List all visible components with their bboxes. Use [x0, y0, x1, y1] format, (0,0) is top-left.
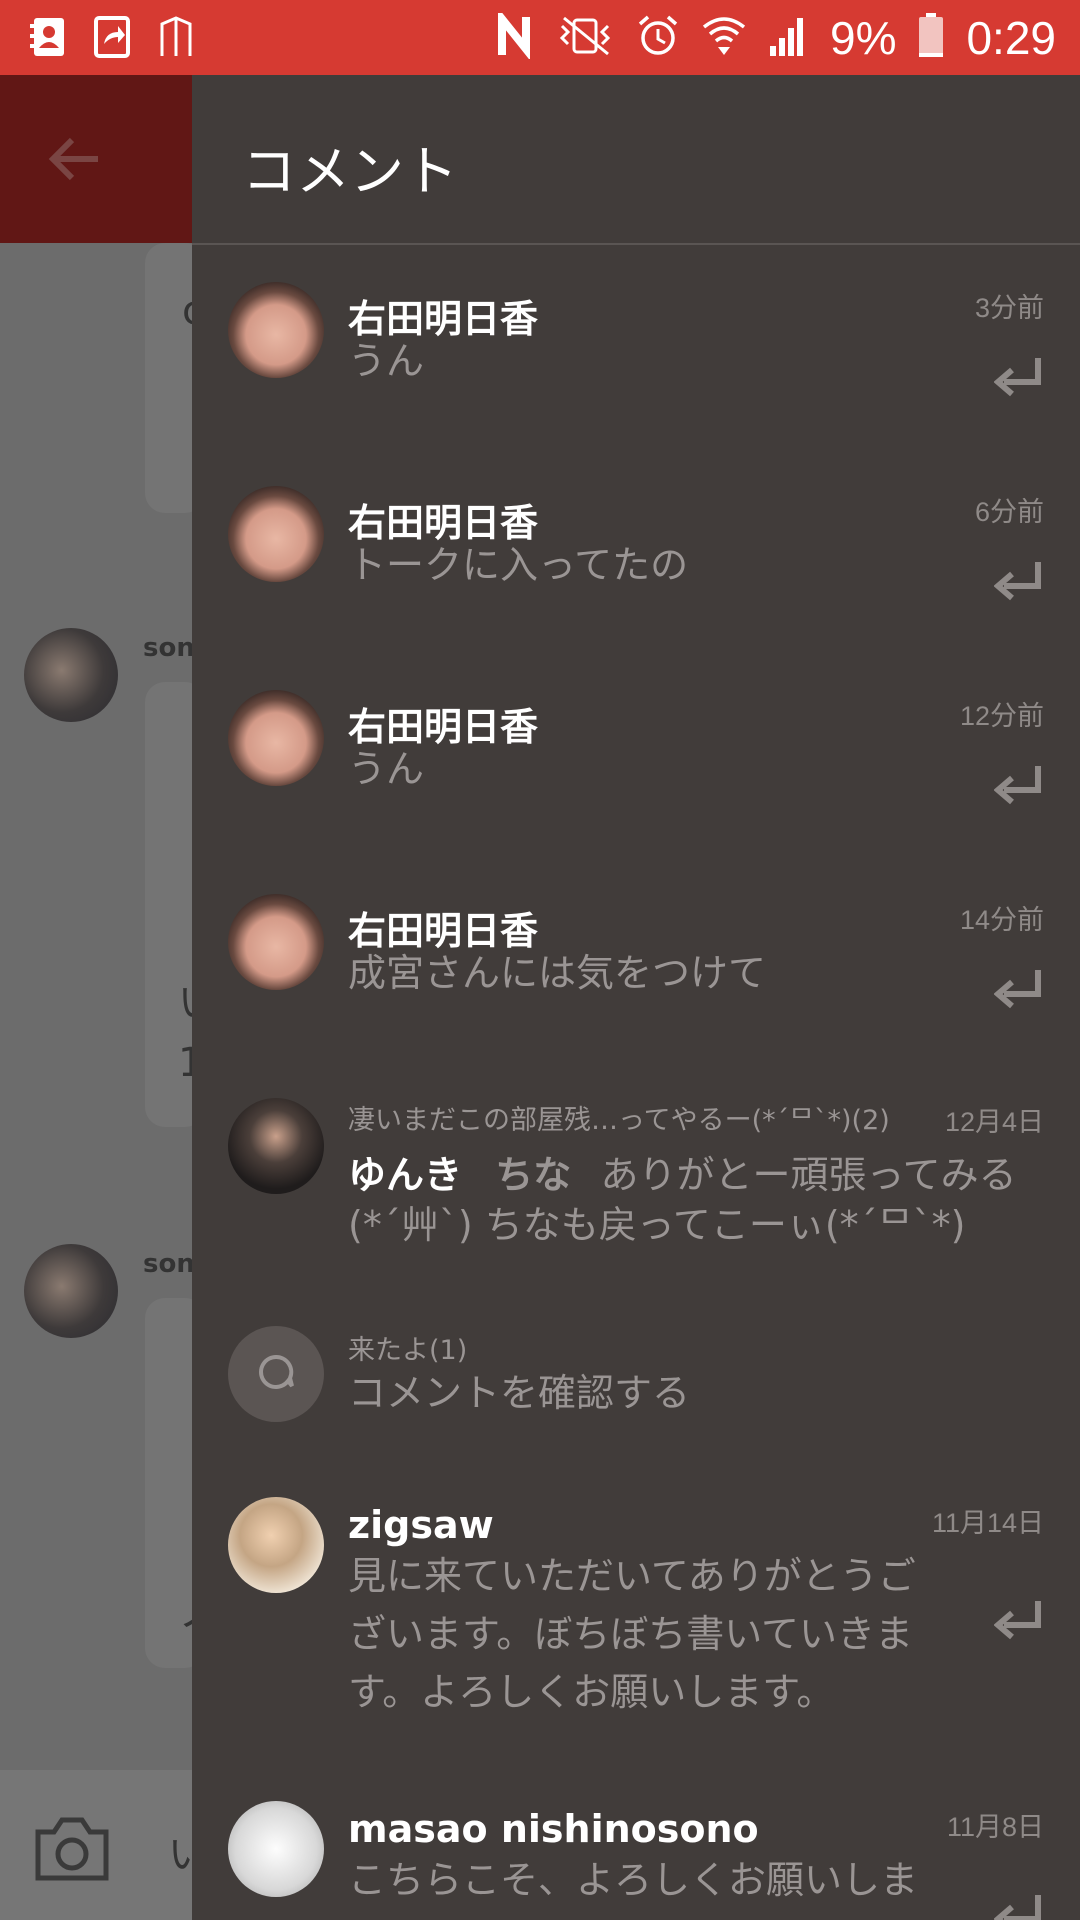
avatar[interactable] [228, 1326, 324, 1422]
comment-text: (*´艸`) ちなも戻ってこーぃ(*´ᄆ`*) [348, 1203, 966, 1247]
comment-time: 11月8日 [946, 1812, 1044, 1842]
contacts-icon [30, 16, 66, 58]
comment-text: トークに入ってたの [348, 543, 689, 587]
signal-icon [768, 14, 808, 62]
comment-time: 11月14日 [931, 1508, 1044, 1538]
reply-icon[interactable] [993, 968, 1044, 1012]
status-bar: 9% 0:29 [0, 0, 1080, 75]
comment-text: うん [348, 747, 425, 791]
reply-icon[interactable] [993, 356, 1044, 400]
mention-name: ちな [495, 1153, 572, 1197]
comment-time: 6分前 [974, 497, 1044, 527]
avatar[interactable] [228, 486, 324, 582]
comment-text-line: 見に来ていただいてありがとうご [348, 1554, 916, 1598]
background-username: son [143, 633, 195, 663]
comment-author: ゆんき ちな ありがとー頑張ってみる [348, 1144, 1017, 1199]
comments-drawer: コメント 右田明日香 うん 3分前 右田明日香 トークに入ってたの 6分前 右田… [192, 75, 1080, 1920]
wifi-icon [702, 13, 746, 63]
background-avatar [24, 628, 118, 722]
drawer-header: コメント [192, 75, 1080, 245]
share-icon [94, 16, 130, 58]
reply-icon[interactable] [993, 560, 1044, 604]
battery-percent: 9% [829, 11, 897, 64]
clock: 0:29 [966, 11, 1056, 64]
avatar[interactable] [228, 894, 324, 990]
reply-icon[interactable] [993, 764, 1044, 808]
comment-author: zigsaw [348, 1503, 494, 1547]
reply-icon[interactable] [993, 1893, 1044, 1920]
comment-time: 3分前 [974, 293, 1044, 323]
comment-item[interactable]: masao nishinosono 11月8日 こちらこそ、よろしくお願いしま [192, 1801, 1080, 1920]
avatar[interactable] [228, 690, 324, 786]
comment-author: masao nishinosono [348, 1807, 759, 1851]
battery-icon [918, 12, 944, 63]
avatar[interactable] [228, 1497, 324, 1593]
avatar[interactable] [228, 1098, 324, 1194]
comment-text-line: ざいます。ぼちぼち書いていきま [348, 1612, 914, 1656]
check-subtitle: 来たよ(1) [348, 1335, 468, 1366]
comment-text-line: す。よろしくお願いします。 [348, 1670, 835, 1714]
comment-time: 12月4日 [944, 1107, 1044, 1137]
background-username: son [143, 1249, 195, 1279]
comment-item[interactable]: 右田明日香 うん 12分前 [192, 690, 1080, 840]
comment-item[interactable]: 右田明日香 成宮さんには気をつけて 14分前 [192, 894, 1080, 1044]
nfc-icon [496, 7, 536, 63]
comment-item[interactable]: 右田明日香 トークに入ってたの 6分前 [192, 486, 1080, 636]
back-arrow-icon[interactable] [46, 130, 104, 188]
comment-text: 成宮さんには気をつけて [348, 951, 767, 995]
comment-item[interactable]: 右田明日香 うん 3分前 [192, 282, 1080, 432]
avatar[interactable] [228, 1801, 324, 1897]
author-name: ゆんき [348, 1153, 463, 1197]
comment-text: ありがとー頑張ってみる [600, 1153, 1017, 1197]
camera-icon[interactable] [34, 1812, 110, 1884]
comment-time: 14分前 [959, 905, 1044, 935]
alarm-icon [636, 14, 680, 62]
comment-bubble-icon [256, 1352, 296, 1396]
comment-text: うん [348, 339, 425, 383]
avatar[interactable] [228, 282, 324, 378]
comment-text: こちらこそ、よろしくお願いしま [348, 1858, 919, 1902]
building-icon [158, 16, 194, 58]
vibrate-icon [558, 14, 614, 62]
reply-icon[interactable] [993, 1599, 1044, 1643]
drawer-title: コメント [242, 140, 458, 203]
group-comment-item[interactable]: 凄いまだこの部屋残…ってやるー(*´ᄆ`*)(2) 12月4日 ゆんき ちな あ… [192, 1098, 1080, 1288]
comment-item[interactable]: zigsaw 11月14日 見に来ていただいてありがとうご ざいます。ぼちぼち書… [192, 1497, 1080, 1797]
comment-time: 12分前 [959, 701, 1044, 731]
check-comment-item[interactable]: 来たよ(1) コメントを確認する [192, 1326, 1080, 1476]
background-avatar [24, 1244, 118, 1338]
group-subtitle: 凄いまだこの部屋残…ってやるー(*´ᄆ`*)(2) [348, 1105, 890, 1136]
check-label: コメントを確認する [348, 1371, 691, 1415]
